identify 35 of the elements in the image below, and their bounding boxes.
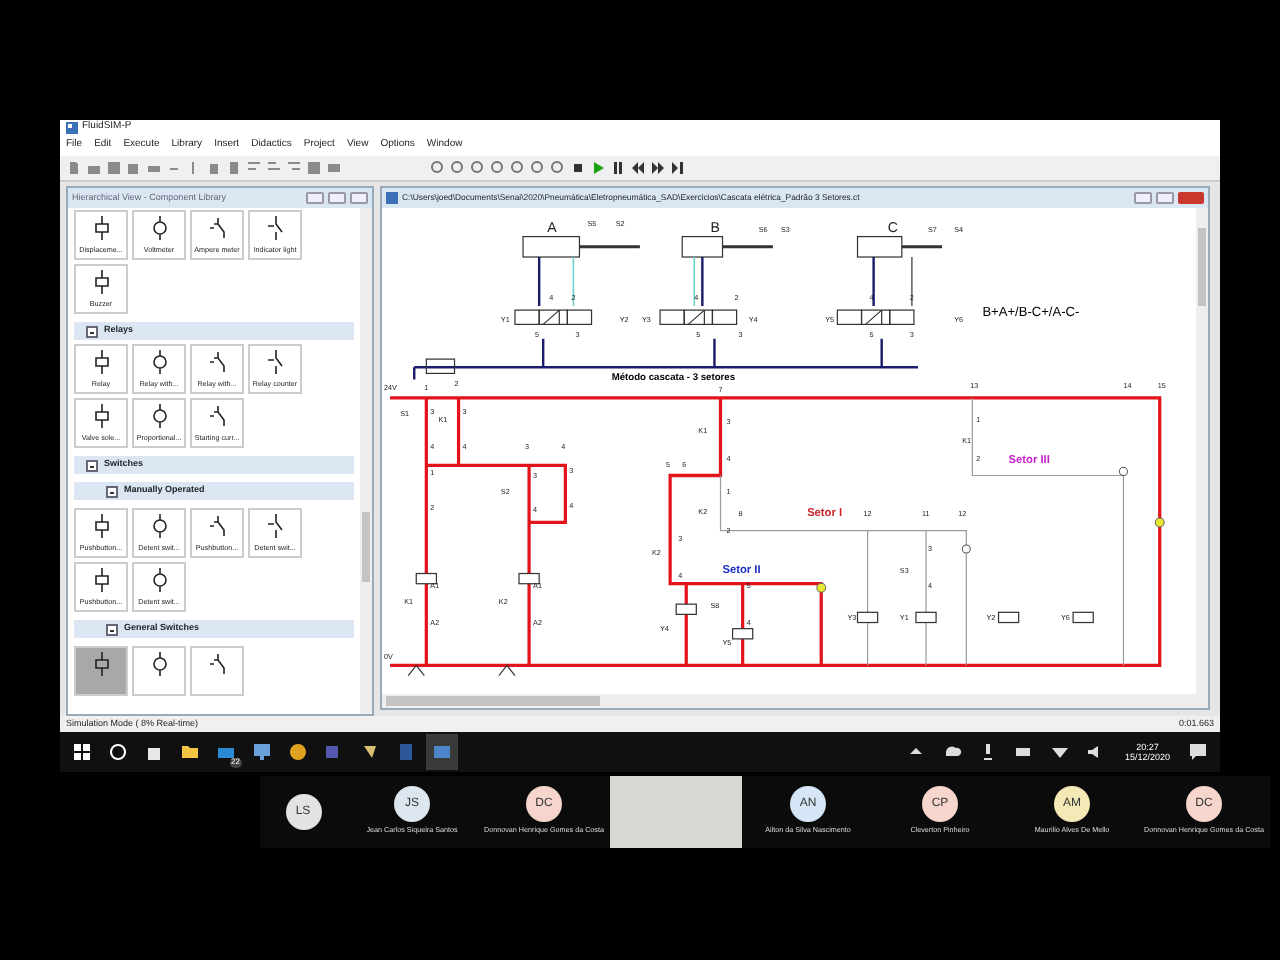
rewind-icon[interactable]: [630, 160, 646, 176]
skip-icon[interactable]: [670, 160, 686, 176]
mail-icon[interactable]: [216, 742, 236, 762]
collapse-toggle-icon[interactable]: [86, 325, 98, 337]
windows-logo-icon[interactable]: [72, 742, 92, 762]
component-tile[interactable]: [74, 646, 128, 696]
align-icon: [286, 160, 302, 176]
video-placeholder: [610, 776, 742, 848]
new-file-icon: [66, 160, 82, 176]
stop-icon[interactable]: [570, 160, 586, 176]
scroll-thumb[interactable]: [362, 511, 370, 583]
monitor-icon[interactable]: [252, 742, 272, 762]
pause-icon[interactable]: [610, 160, 626, 176]
align-icon: [246, 160, 262, 176]
align-icon: [266, 160, 282, 176]
collapse-toggle-icon[interactable]: [106, 623, 118, 635]
document-icon: [386, 192, 398, 204]
collapse-toggle-icon[interactable]: [86, 459, 98, 471]
collapse-toggle-icon[interactable]: [106, 485, 118, 497]
notification-icon[interactable]: [1188, 742, 1208, 762]
fast-forward-icon[interactable]: [650, 160, 666, 176]
scrollbar[interactable]: [382, 694, 1208, 708]
scrollbar[interactable]: [1196, 208, 1208, 694]
diagram-label: B: [710, 220, 720, 237]
scroll-thumb[interactable]: [1198, 227, 1206, 306]
component-tile[interactable]: [132, 646, 186, 696]
folder-icon[interactable]: [180, 742, 200, 762]
search-icon[interactable]: [108, 742, 128, 762]
diagram-label: C: [887, 220, 898, 237]
cloud-icon[interactable]: [942, 742, 963, 762]
component-tile[interactable]: [190, 646, 244, 696]
circle-logo-icon[interactable]: [288, 742, 308, 762]
scroll-thumb[interactable]: [386, 696, 601, 706]
diagram-label: A: [547, 220, 557, 237]
scrollbar[interactable]: [360, 208, 372, 714]
